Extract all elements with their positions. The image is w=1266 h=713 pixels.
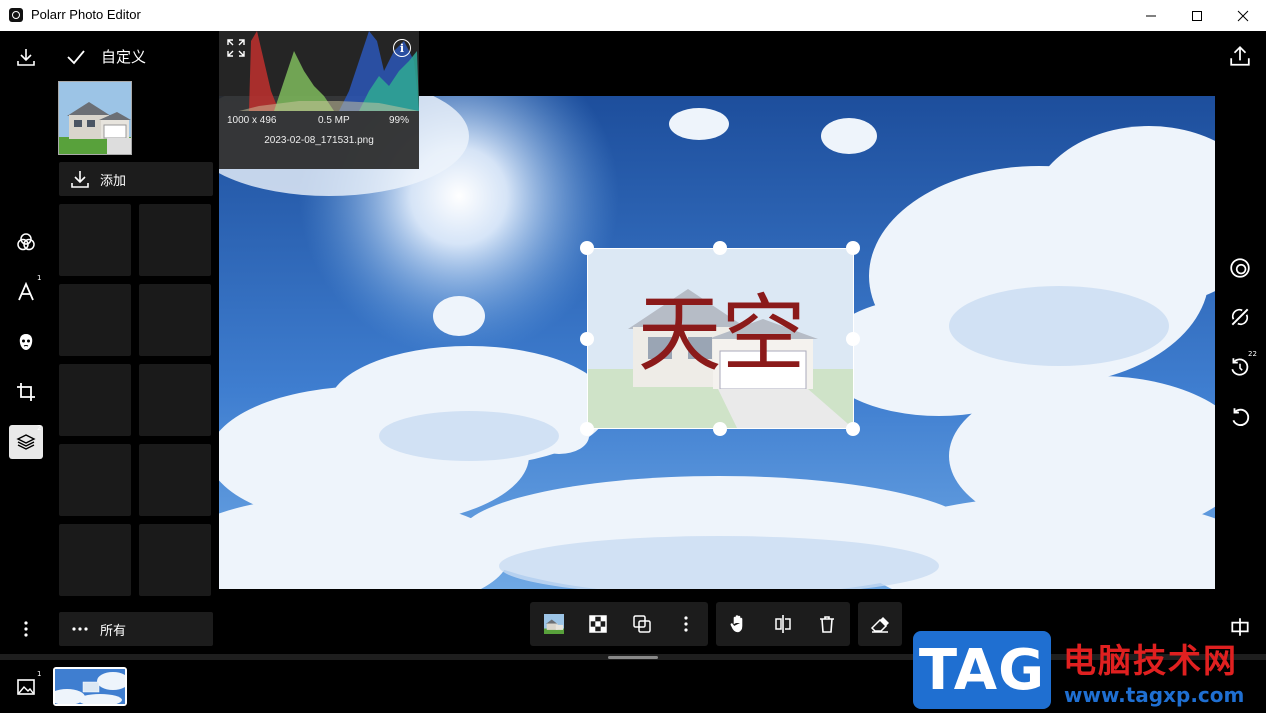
filter-tile[interactable] [59, 524, 131, 596]
confirm-button[interactable] [59, 40, 93, 74]
share-icon [1230, 45, 1250, 66]
layer-thumbnail[interactable] [58, 81, 132, 155]
face-icon [19, 334, 33, 350]
check-icon [67, 50, 85, 65]
panel-header-label: 自定义 [101, 49, 147, 66]
filters-button[interactable] [9, 225, 43, 259]
all-filters-label: 所有 [100, 622, 127, 638]
checkerboard-icon [589, 615, 607, 633]
history-icon [1231, 358, 1249, 376]
resize-handle[interactable] [846, 422, 860, 436]
download-button[interactable] [9, 40, 43, 74]
crop-icon [17, 383, 35, 401]
mask-button[interactable] [1225, 253, 1255, 283]
flip-button[interactable] [761, 602, 805, 646]
all-filters-button[interactable]: 所有 [59, 612, 213, 646]
add-filter-button[interactable]: 添加 [59, 162, 213, 196]
compare-off-icon [1231, 308, 1249, 326]
delete-layer-button[interactable] [805, 602, 849, 646]
fullscreen-button[interactable] [219, 31, 253, 65]
image-filename: 2023-02-08_171531.png [264, 135, 374, 146]
crop-button[interactable] [9, 375, 43, 409]
filter-tile[interactable] [139, 284, 211, 356]
image-megapixels: 0.5 MP [318, 115, 350, 126]
resize-grip[interactable] [608, 656, 658, 659]
filter-tile[interactable] [59, 364, 131, 436]
filmstrip-thumbnail[interactable] [53, 667, 127, 706]
resize-handle[interactable] [713, 241, 727, 255]
more-vertical-icon [24, 621, 28, 637]
eraser-icon [870, 617, 889, 633]
more-horizontal-icon [72, 627, 88, 631]
filters-icon [17, 233, 35, 251]
more-menu-button[interactable] [9, 612, 43, 646]
trash-icon [820, 616, 834, 633]
resize-handle[interactable] [846, 241, 860, 255]
face-tool-button[interactable] [9, 325, 43, 359]
close-icon [1237, 10, 1249, 21]
watermark-cn-text: 电脑技术网 [1063, 641, 1238, 680]
compare-button[interactable] [1225, 302, 1255, 332]
app-icon [9, 8, 23, 22]
expand-icon [227, 39, 245, 57]
download-icon [71, 171, 89, 188]
filter-tile[interactable] [139, 364, 211, 436]
copy-icon [633, 615, 651, 633]
house-thumbnail-image [59, 82, 131, 154]
sky-thumbnail-image [55, 669, 125, 704]
resize-handle[interactable] [580, 241, 594, 255]
window-title: Polarr Photo Editor [31, 7, 141, 22]
watermark-url: www.tagxp.com [1064, 683, 1245, 707]
minimize-icon [1146, 15, 1156, 16]
layer-more-button[interactable] [664, 602, 708, 646]
filter-tile[interactable] [139, 444, 211, 516]
flip-icon [775, 615, 791, 633]
text-icon [18, 282, 34, 301]
filter-tile[interactable] [59, 284, 131, 356]
download-icon [17, 49, 35, 66]
info-icon[interactable]: i [393, 39, 411, 57]
resize-handle[interactable] [580, 422, 594, 436]
resize-handle[interactable] [713, 422, 727, 436]
duplicate-layer-button[interactable] [620, 602, 664, 646]
filter-tile[interactable] [139, 524, 211, 596]
layers-badge: 2 [37, 424, 42, 432]
more-vertical-icon [684, 616, 688, 632]
tag-logo: TAG [913, 631, 1051, 709]
spiral-icon [1230, 258, 1250, 278]
filter-tile[interactable] [59, 444, 131, 516]
layer-thumbnail-button[interactable] [532, 602, 576, 646]
text-tool-badge: 1 [37, 274, 42, 282]
gallery-badge: 1 [37, 670, 42, 678]
title-bar: Polarr Photo Editor [0, 0, 1266, 31]
filter-tile[interactable] [139, 204, 211, 276]
overlay-text: 天空 [637, 285, 806, 383]
resize-handle[interactable] [580, 332, 594, 346]
share-button[interactable] [1225, 41, 1255, 71]
add-filter-label: 添加 [100, 172, 127, 188]
layers-icon [16, 434, 36, 450]
history-badge: 22 [1248, 350, 1257, 358]
close-button[interactable] [1220, 0, 1266, 31]
move-tool-button[interactable] [716, 602, 760, 646]
maximize-button[interactable] [1174, 0, 1220, 31]
maximize-icon [1192, 10, 1202, 21]
resize-handle[interactable] [846, 332, 860, 346]
minimize-button[interactable] [1128, 0, 1174, 31]
filter-tile[interactable] [59, 204, 131, 276]
undo-button[interactable] [1225, 402, 1255, 432]
undo-icon [1232, 408, 1250, 427]
zoom-level: 99% [389, 115, 410, 126]
overlay-layer[interactable]: 天空 [587, 248, 854, 429]
hand-icon [730, 615, 743, 633]
tag-logo-text: TAG [918, 637, 1046, 703]
blend-mode-button[interactable] [576, 602, 620, 646]
image-icon [17, 679, 35, 695]
house-thumbnail-image [544, 614, 564, 634]
image-dimensions: 1000 x 496 [227, 115, 277, 126]
eraser-button[interactable] [858, 602, 902, 646]
